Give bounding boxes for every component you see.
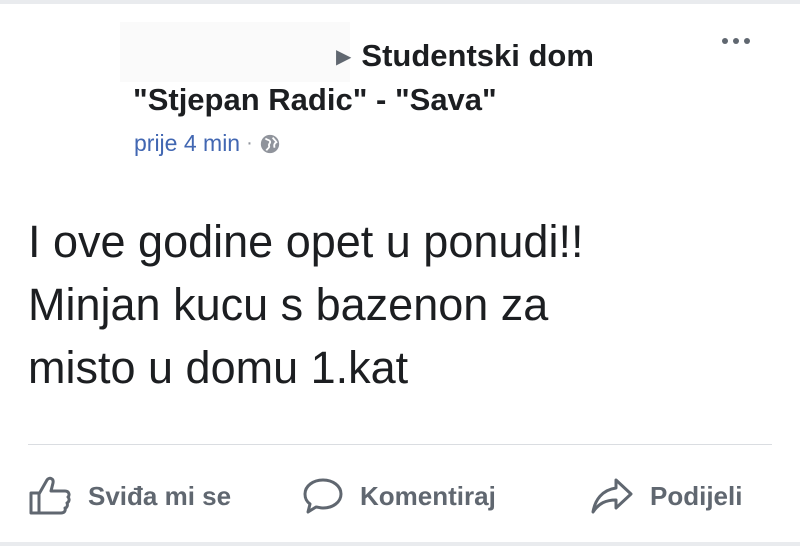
group-name-text[interactable]: Studentski dom [361, 38, 594, 74]
comment-label: Komentiraj [360, 480, 496, 511]
post-text-line: misto u domu 1.kat [28, 342, 409, 393]
avatar-placeholder[interactable] [120, 22, 350, 82]
post-text-line: I ove godine opet u ponudi!! [28, 216, 584, 267]
separator: · [246, 132, 253, 154]
share-button[interactable]: Podijeli [590, 476, 742, 516]
post-text-line: Minjan kucu s bazenon za [28, 279, 549, 330]
arrow-icon: ▶ [336, 45, 352, 68]
comment-button[interactable]: Komentiraj [302, 476, 496, 516]
post-card: ▶ Studentski dom "Stjepan Radic" - "Sava… [0, 4, 800, 542]
group-name-line1[interactable]: ▶ Studentski dom [336, 38, 594, 74]
more-dot [744, 38, 750, 44]
timestamp[interactable]: prije 4 min [134, 130, 240, 157]
group-name-line2[interactable]: "Stjepan Radic" - "Sava" [133, 82, 497, 118]
thumbs-up-icon [29, 476, 71, 515]
more-dot [722, 38, 728, 44]
more-options-icon[interactable] [722, 38, 750, 44]
more-dot [733, 38, 739, 44]
globe-icon[interactable] [259, 133, 281, 155]
post-meta: prije 4 min · [134, 130, 281, 157]
post-text: I ove godine opet u ponudi!! Minjan kucu… [28, 210, 768, 399]
divider [28, 444, 772, 445]
share-icon [591, 478, 633, 514]
share-label: Podijeli [650, 480, 743, 511]
like-button[interactable]: Sviđa mi se [28, 476, 231, 516]
comment-icon [303, 478, 343, 514]
like-label: Sviđa mi se [88, 480, 232, 511]
